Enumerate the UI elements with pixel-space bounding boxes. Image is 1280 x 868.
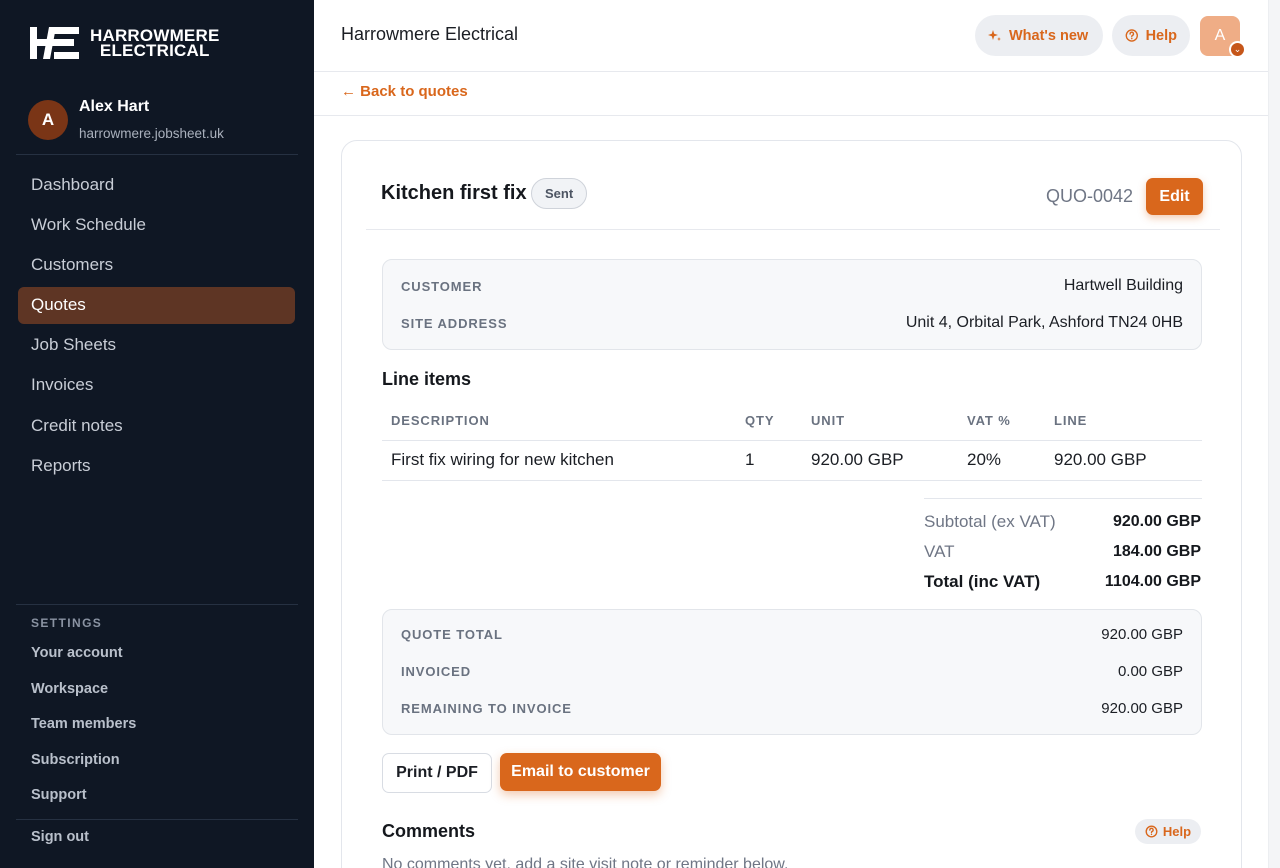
- user-avatar: A: [28, 99, 68, 140]
- breadcrumb-bar: ← Back to quotes: [314, 72, 1280, 116]
- logo-mark-icon: [30, 27, 79, 59]
- sidebar-divider: [16, 819, 298, 820]
- site-address-value: Unit 4, Orbital Park, Ashford TN24 0HB: [905, 314, 1183, 331]
- quote-total-row: QUOTE TOTAL 920.00 GBP: [401, 626, 1183, 643]
- customer-row: CUSTOMER Hartwell Building: [401, 277, 1183, 295]
- comments-heading: Comments: [382, 821, 476, 841]
- chevron-down-icon: ⌄: [1229, 41, 1246, 58]
- invoiced-value: 0.00 GBP: [1117, 663, 1183, 680]
- site-address-label: SITE ADDRESS: [401, 315, 508, 331]
- invoiced-label: INVOICED: [401, 664, 472, 679]
- settings-item-your-account[interactable]: Your account: [31, 644, 136, 680]
- total-value: 1104.00 GBP: [1104, 573, 1201, 590]
- invoicing-summary: QUOTE TOTAL 920.00 GBP INVOICED 0.00 GBP…: [382, 609, 1202, 735]
- comments-help-button[interactable]: Help: [1135, 819, 1201, 844]
- col-line: LINE: [1054, 413, 1088, 428]
- total-label: Total (inc VAT): [924, 572, 1041, 591]
- help-button[interactable]: Help: [1112, 15, 1190, 56]
- cell-unit: 920.00 GBP: [811, 450, 904, 469]
- help-circle-icon: [1145, 825, 1158, 838]
- account-menu-button[interactable]: A ⌄: [1200, 16, 1246, 58]
- settings-item-support[interactable]: Support: [31, 786, 136, 822]
- quote-number: QUO-0042: [1046, 186, 1134, 206]
- settings-item-workspace[interactable]: Workspace: [31, 680, 136, 716]
- user-profile[interactable]: A Alex Hart harrowmere.jobsheet.uk: [28, 98, 224, 141]
- email-to-customer-button[interactable]: Email to customer: [500, 753, 661, 791]
- vat-label: VAT: [924, 542, 955, 561]
- comments-help-label: Help: [1162, 824, 1192, 839]
- cell-line: 920.00 GBP: [1054, 450, 1147, 469]
- settings-nav: Your account Workspace Team members Subs…: [31, 644, 136, 822]
- remaining-row: REMAINING TO INVOICE 920.00 GBP: [401, 700, 1183, 717]
- sign-out-link[interactable]: Sign out: [31, 829, 89, 845]
- sidebar-divider: [16, 604, 298, 605]
- user-name: Alex Hart: [79, 98, 150, 115]
- workspace-title: Harrowmere Electrical: [341, 24, 519, 44]
- top-bar: Harrowmere Electrical What's new Help A …: [314, 0, 1280, 72]
- nav-item-quotes[interactable]: Quotes: [18, 286, 295, 324]
- page-scrollbar[interactable]: [1268, 0, 1280, 868]
- nav-item-credit-notes[interactable]: Credit notes: [18, 407, 295, 444]
- sidebar-divider: [16, 154, 298, 155]
- user-domain: harrowmere.jobsheet.uk: [79, 126, 224, 141]
- customer-label: CUSTOMER: [401, 278, 483, 294]
- vat-value: 184.00 GBP: [1112, 543, 1201, 560]
- settings-heading: SETTINGS: [31, 616, 103, 630]
- subtotal-value: 920.00 GBP: [1112, 513, 1201, 530]
- col-unit: UNIT: [811, 413, 845, 428]
- cell-qty: 1: [745, 450, 755, 469]
- nav-item-dashboard[interactable]: Dashboard: [18, 166, 295, 203]
- print-pdf-button[interactable]: Print / PDF: [382, 753, 492, 793]
- sparkle-icon: [988, 29, 1001, 41]
- nav-item-job-sheets[interactable]: Job Sheets: [18, 327, 295, 364]
- quote-total-label: QUOTE TOTAL: [401, 627, 503, 642]
- totals-divider: [924, 498, 1202, 499]
- col-qty: QTY: [745, 413, 775, 428]
- invoiced-row: INVOICED 0.00 GBP: [401, 663, 1183, 680]
- site-address-row: SITE ADDRESS Unit 4, Orbital Park, Ashfo…: [401, 314, 1183, 332]
- status-badge: Sent: [531, 178, 588, 209]
- nav-item-invoices[interactable]: Invoices: [18, 367, 295, 404]
- settings-item-team-members[interactable]: Team members: [31, 715, 136, 751]
- remaining-label: REMAINING TO INVOICE: [401, 701, 572, 716]
- cell-vat: 20%: [967, 450, 1002, 469]
- back-to-quotes-link[interactable]: ← Back to quotes: [341, 83, 468, 100]
- subtotal-label: Subtotal (ex VAT): [924, 512, 1056, 531]
- remaining-value: 920.00 GBP: [1101, 700, 1183, 717]
- header-divider: [366, 229, 1220, 230]
- table-header-rule: [382, 440, 1202, 441]
- nav-item-reports[interactable]: Reports: [18, 447, 295, 484]
- sidebar: HARROWMERE ELECTRICAL A Alex Hart harrow…: [0, 0, 314, 868]
- main-nav: Dashboard Work Schedule Customers Quotes…: [18, 166, 295, 488]
- quote-card: Kitchen first fix Sent QUO-0042 Edit CUS…: [341, 140, 1242, 868]
- col-description: DESCRIPTION: [391, 413, 490, 428]
- brand-wordmark: HARROWMERE ELECTRICAL: [90, 27, 220, 60]
- col-vat: VAT %: [967, 413, 1011, 428]
- settings-item-subscription[interactable]: Subscription: [31, 751, 136, 787]
- brand-line-2: ELECTRICAL: [99, 41, 210, 60]
- customer-details: CUSTOMER Hartwell Building SITE ADDRESS …: [382, 259, 1202, 350]
- help-label: Help: [1145, 27, 1177, 44]
- quote-title: Kitchen first fix: [381, 182, 527, 204]
- whats-new-button[interactable]: What's new: [975, 15, 1103, 56]
- help-circle-icon: [1125, 29, 1138, 42]
- brand-logo[interactable]: HARROWMERE ELECTRICAL: [30, 27, 220, 59]
- customer-value: Hartwell Building: [1063, 277, 1183, 294]
- edit-button[interactable]: Edit: [1146, 178, 1203, 215]
- nav-item-customers[interactable]: Customers: [18, 246, 295, 283]
- line-items-heading: Line items: [382, 369, 472, 389]
- whats-new-label: What's new: [1009, 27, 1089, 44]
- table-row-rule: [382, 480, 1202, 481]
- nav-item-work-schedule[interactable]: Work Schedule: [18, 206, 295, 243]
- account-avatar-initial: A: [1214, 27, 1226, 44]
- quote-total-value: 920.00 GBP: [1101, 626, 1183, 643]
- comments-empty-state: No comments yet, add a site visit note o…: [382, 856, 789, 868]
- cell-description: First fix wiring for new kitchen: [391, 450, 614, 469]
